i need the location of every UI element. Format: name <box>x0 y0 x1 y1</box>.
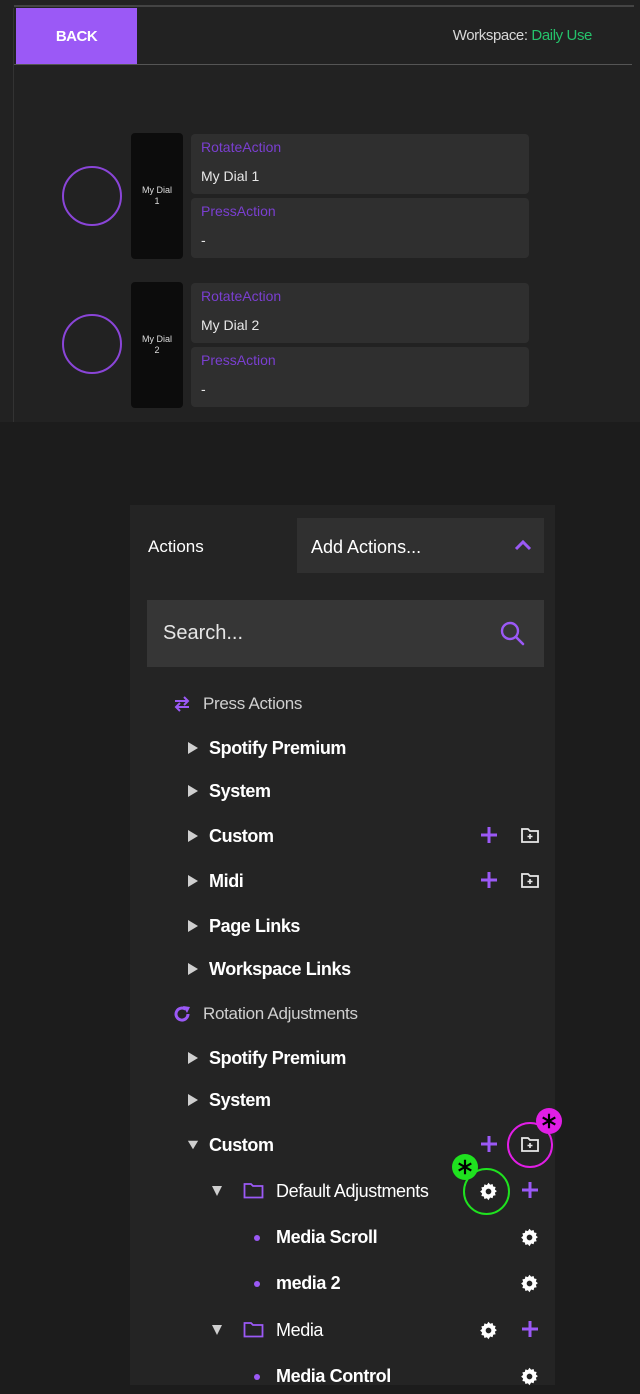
search-icon[interactable] <box>498 620 526 648</box>
rotate-action-field[interactable]: RotateAction My Dial 2 <box>191 283 529 343</box>
caret-right-icon <box>188 875 198 887</box>
search-input[interactable] <box>163 618 483 648</box>
add-icon[interactable] <box>479 1134 499 1154</box>
caret-right-icon <box>188 785 198 797</box>
actions-panel: Actions Add Actions... Press Actions Spo… <box>130 505 555 1386</box>
workspace-prefix: Workspace: <box>452 27 532 44</box>
section-rotation-adjustments[interactable]: Rotation Adjustments <box>130 996 555 1032</box>
dial-tile[interactable]: My Dial 2 <box>131 282 183 408</box>
caret-right-icon <box>188 1094 198 1106</box>
press-action-label: PressAction <box>201 203 276 219</box>
add-actions-dropdown[interactable]: Add Actions... <box>297 518 544 573</box>
dial-config-panel: BACK Workspace: Daily Use My Dial 1 Rota… <box>0 0 640 422</box>
tree-item-label: System <box>209 1090 271 1110</box>
rotate-action-label: RotateAction <box>201 288 282 304</box>
actions-title: Actions <box>148 537 204 556</box>
gear-icon[interactable] <box>520 1367 539 1386</box>
tree-item-label: Custom <box>209 826 274 846</box>
section-label: Press Actions <box>203 694 303 713</box>
dial-row: My Dial 2 RotateAction My Dial 2 PressAc… <box>0 282 640 408</box>
tree-item-label: Spotify Premium <box>209 1048 347 1068</box>
workspace-indicator: Workspace: Daily Use <box>452 27 593 44</box>
tree-item-midi[interactable]: Midi <box>130 863 555 899</box>
caret-right-icon <box>188 1052 198 1064</box>
add-actions-label: Add Actions... <box>311 537 422 557</box>
leaf-label: Media Control <box>276 1366 391 1386</box>
bullet-icon <box>254 1281 260 1287</box>
folder-icon <box>243 1183 264 1199</box>
rotate-icon <box>174 1006 190 1022</box>
new-folder-icon[interactable] <box>520 871 540 889</box>
tree-item-label: System <box>209 781 271 801</box>
caret-down-icon <box>212 1325 222 1335</box>
gear-icon[interactable] <box>520 1228 539 1247</box>
dial-tile-label: My Dial 1 <box>141 185 172 206</box>
caret-down-icon <box>187 1140 199 1150</box>
add-icon[interactable] <box>479 825 499 845</box>
press-action-label: PressAction <box>201 352 276 368</box>
tree-item-label: Custom <box>209 1135 274 1155</box>
tree-item-system[interactable]: System <box>130 1082 555 1118</box>
workspace-name: Daily Use <box>531 27 592 44</box>
caret-right-icon <box>188 742 198 754</box>
annotation-asterisk-icon <box>536 1108 562 1134</box>
tree-item-label: Page Links <box>209 916 301 936</box>
tree-item-page-links[interactable]: Page Links <box>130 908 555 944</box>
add-icon[interactable] <box>479 870 499 890</box>
tree-item-label: Workspace Links <box>209 959 351 979</box>
leaf-media-scroll[interactable]: Media Scroll <box>130 1219 555 1255</box>
rotate-action-field[interactable]: RotateAction My Dial 1 <box>191 134 529 194</box>
swap-arrows-icon <box>174 696 190 712</box>
tree-item-label: Midi <box>209 871 244 891</box>
dial-knob-icon[interactable] <box>62 314 122 374</box>
leaf-media-2[interactable]: media 2 <box>130 1265 555 1301</box>
bullet-icon <box>254 1374 260 1380</box>
tree-item-system[interactable]: System <box>130 773 555 809</box>
press-action-field[interactable]: PressAction - <box>191 347 529 407</box>
folder-label: Default Adjustments <box>276 1181 429 1201</box>
dial-tile-label: My Dial 2 <box>141 334 172 355</box>
tree-item-spotify-premium[interactable]: Spotify Premium <box>130 730 555 766</box>
header-divider <box>14 64 632 65</box>
rotate-action-value: My Dial 1 <box>201 168 260 184</box>
search-box <box>147 600 544 667</box>
bullet-icon <box>254 1235 260 1241</box>
tree-item-label: Spotify Premium <box>209 738 347 758</box>
leaf-label: Media Scroll <box>276 1227 378 1247</box>
press-action-value: - <box>201 381 206 397</box>
leaf-media-control[interactable]: Media Control <box>130 1358 555 1394</box>
caret-right-icon <box>188 963 198 975</box>
caret-down-icon <box>212 1186 222 1196</box>
tree-item-workspace-links[interactable]: Workspace Links <box>130 951 555 987</box>
section-press-actions[interactable]: Press Actions <box>130 686 555 722</box>
dial-knob-icon[interactable] <box>62 166 122 226</box>
add-icon[interactable] <box>520 1319 540 1339</box>
folder-media[interactable]: Media <box>130 1312 555 1348</box>
press-action-value: - <box>201 232 206 248</box>
press-action-field[interactable]: PressAction - <box>191 198 529 258</box>
new-folder-icon[interactable] <box>520 826 540 844</box>
dial-row: My Dial 1 RotateAction My Dial 1 PressAc… <box>0 133 640 259</box>
tree-item-spotify-premium[interactable]: Spotify Premium <box>130 1040 555 1076</box>
leaf-label: media 2 <box>276 1273 341 1293</box>
caret-right-icon <box>188 920 198 932</box>
back-button[interactable]: BACK <box>16 8 137 64</box>
caret-right-icon <box>188 830 198 842</box>
folder-icon <box>243 1322 264 1338</box>
rotate-action-value: My Dial 2 <box>201 317 260 333</box>
top-border <box>14 5 634 7</box>
dial-tile[interactable]: My Dial 1 <box>131 133 183 259</box>
tree-item-custom-expanded[interactable]: Custom <box>130 1127 555 1163</box>
folder-label: Media <box>276 1320 324 1340</box>
add-icon[interactable] <box>520 1180 540 1200</box>
rotate-action-label: RotateAction <box>201 139 282 155</box>
section-label: Rotation Adjustments <box>203 1004 358 1023</box>
chevron-up-icon <box>514 539 532 551</box>
annotation-asterisk-icon <box>452 1154 478 1180</box>
gear-icon[interactable] <box>520 1274 539 1293</box>
gear-icon[interactable] <box>479 1321 498 1340</box>
tree-item-custom[interactable]: Custom <box>130 818 555 854</box>
